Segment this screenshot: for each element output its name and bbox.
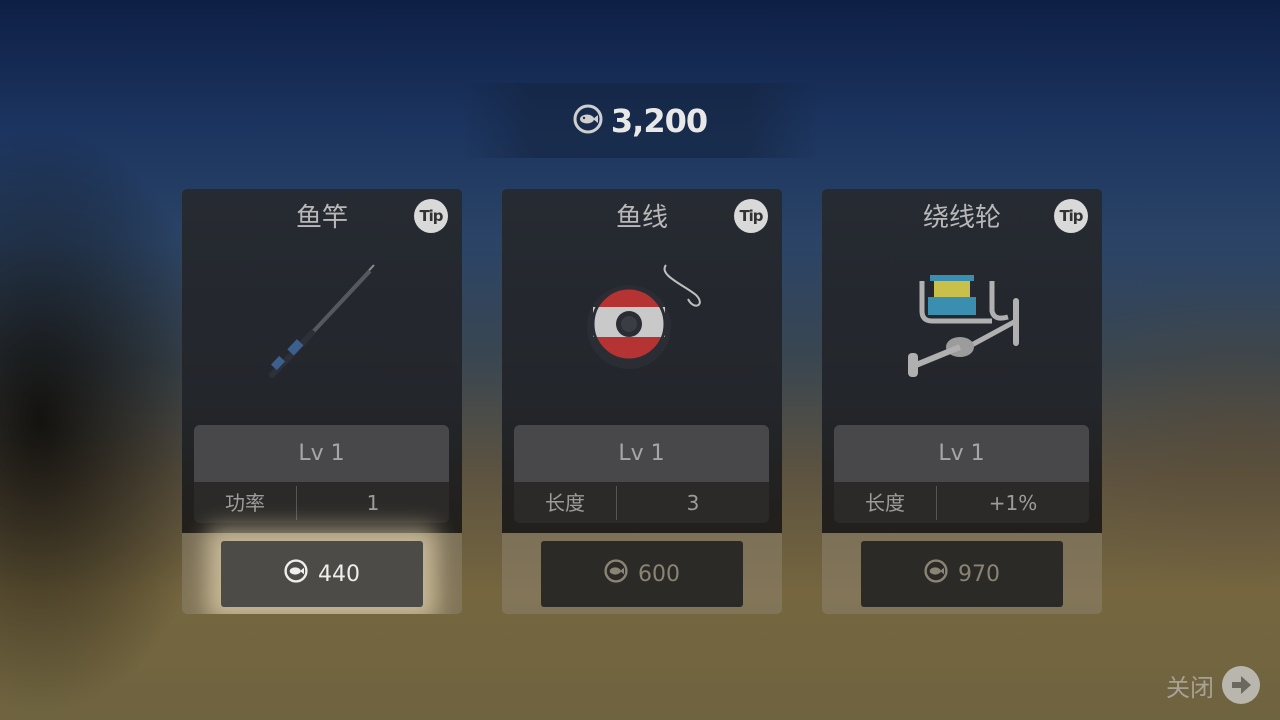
arrow-right-icon <box>1222 666 1260 704</box>
close-label: 关闭 <box>1166 673 1214 702</box>
tip-button[interactable]: Tip <box>414 199 448 233</box>
stat-value: +1% <box>988 490 1038 515</box>
stat-row: 长度 3 <box>514 482 769 523</box>
price-label: 600 <box>638 561 680 587</box>
stat-label: 长度 <box>834 485 937 520</box>
price-label: 970 <box>958 561 1000 587</box>
tip-button[interactable]: Tip <box>1054 199 1088 233</box>
currency-display: 3,200 <box>460 83 820 158</box>
fish-coin-icon <box>284 559 308 589</box>
fishing-line-spool-icon <box>562 251 722 381</box>
upgrade-buy-button[interactable]: 440 <box>221 541 423 607</box>
fish-coin-icon <box>604 559 628 589</box>
upgrade-card-rod: 鱼竿 Tip Lv 1 功率 1 440 <box>182 189 462 614</box>
fish-coin-icon <box>924 559 948 589</box>
price-label: 440 <box>318 561 360 587</box>
close-button[interactable]: 关闭 <box>1166 666 1260 704</box>
level-panel: Lv 1 功率 1 <box>194 425 449 523</box>
stat-label: 功率 <box>194 485 297 520</box>
fish-coin-icon <box>573 104 603 138</box>
tip-button[interactable]: Tip <box>734 199 768 233</box>
level-label: Lv 1 <box>514 425 769 482</box>
stat-row: 长度 +1% <box>834 482 1089 523</box>
stat-label: 长度 <box>514 485 617 520</box>
stat-value: 1 <box>366 490 380 515</box>
level-label: Lv 1 <box>194 425 449 482</box>
stat-row: 功率 1 <box>194 482 449 523</box>
upgrade-card-reel: 绕线轮 Tip Lv 1 长度 +1% 970 <box>822 189 1102 614</box>
upgrade-buy-button[interactable]: 970 <box>861 541 1063 607</box>
stat-value: 3 <box>686 490 700 515</box>
fishing-reel-icon <box>882 251 1042 381</box>
upgrade-buy-button[interactable]: 600 <box>541 541 743 607</box>
fishing-rod-icon <box>242 251 402 381</box>
level-panel: Lv 1 长度 3 <box>514 425 769 523</box>
currency-amount: 3,200 <box>610 101 708 140</box>
level-panel: Lv 1 长度 +1% <box>834 425 1089 523</box>
upgrade-card-line: 鱼线 Tip Lv 1 长度 3 600 <box>502 189 782 614</box>
level-label: Lv 1 <box>834 425 1089 482</box>
